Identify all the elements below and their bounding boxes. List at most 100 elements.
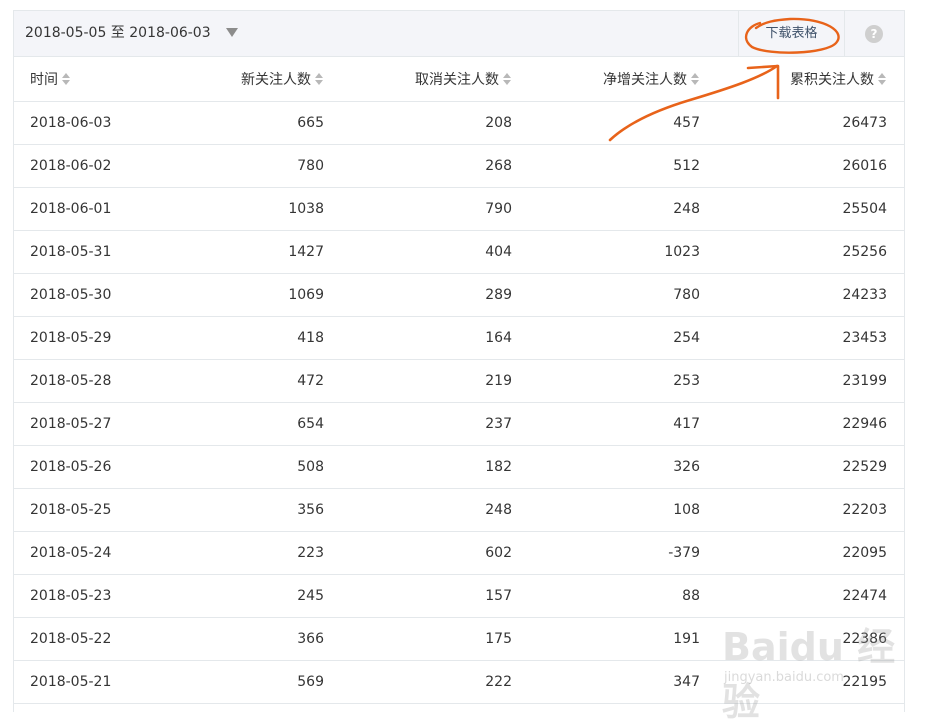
cell-value: 108 (529, 488, 717, 532)
cell-value: 248 (529, 187, 717, 231)
cell-value: 254 (529, 316, 717, 360)
cell-value: 182 (341, 445, 529, 489)
cell-value: -379 (529, 531, 717, 575)
table-row: 2018-05-27 654 237 417 22946 (14, 402, 904, 446)
cell-value: 472 (134, 359, 341, 403)
table-row: 2018-06-02 780 268 512 26016 (14, 144, 904, 188)
table-body: 2018-06-03 665 208 457 26473 2018-06-02 780 268… (14, 101, 904, 704)
cell-date: 2018-05-22 (14, 617, 134, 661)
cell-value: 326 (529, 445, 717, 489)
cell-value: 790 (341, 187, 529, 231)
cell-value: 88 (529, 574, 717, 618)
cell-value: 25256 (717, 230, 904, 274)
cell-value: 1427 (134, 230, 341, 274)
cell-date: 2018-05-29 (14, 316, 134, 360)
cell-date: 2018-05-25 (14, 488, 134, 532)
cell-date: 2018-06-01 (14, 187, 134, 231)
cell-value: 512 (529, 144, 717, 188)
cell-value: 191 (529, 617, 717, 661)
table-row: 2018-05-21 569 222 347 22195 (14, 660, 904, 704)
cell-value: 457 (529, 101, 717, 145)
cell-value: 602 (341, 531, 529, 575)
cell-value: 289 (341, 273, 529, 317)
cell-value: 157 (341, 574, 529, 618)
column-header-net-growth[interactable]: 净增关注人数 (529, 57, 717, 102)
column-header-unfollows[interactable]: 取消关注人数 (341, 57, 529, 102)
cell-value: 508 (134, 445, 341, 489)
cell-date: 2018-05-23 (14, 574, 134, 618)
cell-date: 2018-05-21 (14, 660, 134, 704)
dropdown-caret-icon[interactable] (226, 28, 238, 37)
cell-date: 2018-06-03 (14, 101, 134, 145)
cell-value: 569 (134, 660, 341, 704)
followers-table: 时间 新关注人数 取消关注人数 净增关注人数 累积关注人数 2018-06-03… (14, 57, 904, 704)
table-row: 2018-05-26 508 182 326 22529 (14, 445, 904, 489)
cell-value: 223 (134, 531, 341, 575)
cell-value: 404 (341, 230, 529, 274)
cell-value: 268 (341, 144, 529, 188)
cell-value: 26016 (717, 144, 904, 188)
help-icon[interactable]: ? (865, 25, 883, 43)
cell-date: 2018-05-28 (14, 359, 134, 403)
table-row: 2018-06-01 1038 790 248 25504 (14, 187, 904, 231)
cell-value: 22095 (717, 531, 904, 575)
table-row: 2018-06-03 665 208 457 26473 (14, 101, 904, 145)
cell-value: 222 (341, 660, 529, 704)
cell-value: 780 (134, 144, 341, 188)
cell-value: 24233 (717, 273, 904, 317)
cell-date: 2018-05-31 (14, 230, 134, 274)
cell-value: 22474 (717, 574, 904, 618)
sort-icon[interactable] (315, 72, 324, 86)
cell-value: 25504 (717, 187, 904, 231)
table-header-row: 时间 新关注人数 取消关注人数 净增关注人数 累积关注人数 (14, 57, 904, 102)
cell-date: 2018-05-30 (14, 273, 134, 317)
cell-value: 1069 (134, 273, 341, 317)
download-table-button[interactable]: 下载表格 (738, 11, 845, 56)
cell-value: 22386 (717, 617, 904, 661)
cell-value: 22529 (717, 445, 904, 489)
sort-icon[interactable] (62, 72, 71, 86)
cell-value: 654 (134, 402, 341, 446)
data-table-panel: 2018-05-05 至 2018-06-03 下载表格 ? 时间 新关注人数 … (13, 10, 905, 712)
table-row: 2018-05-30 1069 289 780 24233 (14, 273, 904, 317)
cell-value: 22203 (717, 488, 904, 532)
table-toolbar: 2018-05-05 至 2018-06-03 下载表格 ? (14, 11, 904, 57)
cell-value: 23199 (717, 359, 904, 403)
cell-value: 23453 (717, 316, 904, 360)
table-row: 2018-05-29 418 164 254 23453 (14, 316, 904, 360)
table-row: 2018-05-23 245 157 88 22474 (14, 574, 904, 618)
column-header-new-followers[interactable]: 新关注人数 (134, 57, 341, 102)
cell-value: 26473 (717, 101, 904, 145)
cell-value: 665 (134, 101, 341, 145)
column-header-date[interactable]: 时间 (14, 57, 134, 102)
sort-icon[interactable] (691, 72, 700, 86)
table-row: 2018-05-28 472 219 253 23199 (14, 359, 904, 403)
cell-value: 780 (529, 273, 717, 317)
cell-value: 208 (341, 101, 529, 145)
cell-value: 1023 (529, 230, 717, 274)
sort-icon[interactable] (503, 72, 512, 86)
cell-value: 356 (134, 488, 341, 532)
date-range-selector[interactable]: 2018-05-05 至 2018-06-03 (25, 11, 211, 56)
cell-date: 2018-05-24 (14, 531, 134, 575)
cell-value: 417 (529, 402, 717, 446)
cell-value: 418 (134, 316, 341, 360)
table-row: 2018-05-31 1427 404 1023 25256 (14, 230, 904, 274)
cell-value: 22195 (717, 660, 904, 704)
cell-value: 219 (341, 359, 529, 403)
cell-value: 1038 (134, 187, 341, 231)
cell-date: 2018-05-27 (14, 402, 134, 446)
cell-value: 22946 (717, 402, 904, 446)
sort-icon[interactable] (878, 72, 887, 86)
cell-value: 237 (341, 402, 529, 446)
cell-value: 366 (134, 617, 341, 661)
cell-date: 2018-05-26 (14, 445, 134, 489)
table-row: 2018-05-25 356 248 108 22203 (14, 488, 904, 532)
cell-value: 248 (341, 488, 529, 532)
cell-value: 253 (529, 359, 717, 403)
cell-date: 2018-06-02 (14, 144, 134, 188)
cell-value: 175 (341, 617, 529, 661)
column-header-cumulative[interactable]: 累积关注人数 (717, 57, 904, 102)
cell-value: 245 (134, 574, 341, 618)
table-row: 2018-05-24 223 602 -379 22095 (14, 531, 904, 575)
